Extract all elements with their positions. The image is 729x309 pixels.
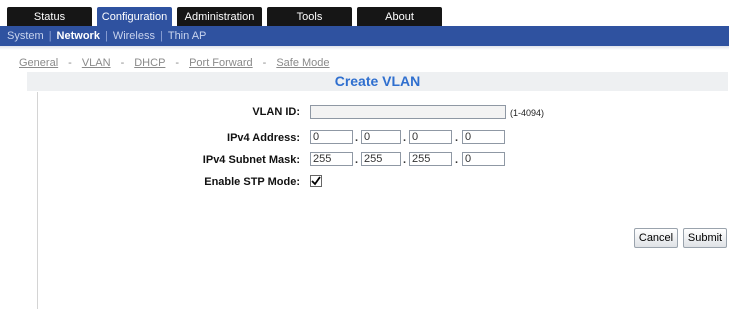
ipv4-address-octet-4[interactable]: 0 [462, 130, 505, 144]
ipv4-address-label: IPv4 Address: [227, 132, 300, 144]
subnav-item-wireless[interactable]: Wireless [110, 30, 158, 42]
subnav-item-thin-ap[interactable]: Thin AP [165, 30, 210, 42]
crumb-separator: - [262, 57, 267, 69]
octet-separator: . [355, 154, 359, 166]
subnav-separator: | [159, 30, 163, 42]
ipv4-address-octet-2[interactable]: 0 [361, 130, 401, 144]
ipv4-address-octet-1[interactable]: 0 [310, 130, 353, 144]
crumb-separator: - [68, 57, 72, 69]
checkmark-icon [311, 176, 321, 186]
subnet-mask-octet-2[interactable]: 255 [361, 152, 401, 166]
subnet-mask-octet-1[interactable]: 255 [310, 152, 353, 166]
octet-separator: . [403, 154, 407, 166]
tab-about[interactable]: About [357, 7, 442, 26]
crumb-vlan[interactable]: VLAN [82, 57, 111, 69]
crumb-general[interactable]: General [19, 57, 58, 69]
tab-status[interactable]: Status [7, 7, 92, 26]
vlan-id-range-hint: (1-4094) [510, 108, 545, 118]
ipv4-subnet-mask-label: IPv4 Subnet Mask: [202, 154, 300, 166]
crumb-safe-mode[interactable]: Safe Mode [276, 57, 329, 69]
sub-nav: System | Network | Wireless | Thin AP [0, 26, 729, 46]
vlan-id-input[interactable] [310, 105, 506, 119]
subnav-separator: | [104, 30, 108, 42]
top-bar: Status Configuration Administration Tool… [0, 0, 729, 26]
submit-button[interactable]: Submit [683, 228, 727, 248]
crumb-separator: - [120, 57, 125, 69]
tab-tools[interactable]: Tools [267, 7, 352, 26]
nav-shadow [0, 46, 729, 50]
top-nav: Status Configuration Administration Tool… [7, 7, 447, 26]
subnet-mask-octet-4[interactable]: 0 [462, 152, 505, 166]
tab-administration[interactable]: Administration [177, 7, 262, 26]
page-title: Create VLAN [27, 72, 728, 91]
subnav-separator: | [48, 30, 52, 42]
cancel-button[interactable]: Cancel [634, 228, 678, 248]
subnet-mask-octet-3[interactable]: 255 [409, 152, 452, 166]
subnav-item-system[interactable]: System [4, 30, 47, 42]
vlan-id-label: VLAN ID: [252, 106, 300, 118]
subnav-item-network[interactable]: Network [54, 30, 103, 42]
octet-separator: . [455, 132, 459, 144]
octet-separator: . [403, 132, 407, 144]
crumb-separator: - [175, 57, 180, 69]
enable-stp-label: Enable STP Mode: [204, 176, 300, 188]
breadcrumb: General - VLAN - DHCP - Port Forward - S… [19, 57, 330, 69]
crumb-port-forward[interactable]: Port Forward [189, 57, 253, 69]
enable-stp-checkbox[interactable] [310, 175, 322, 187]
tab-configuration[interactable]: Configuration [97, 7, 172, 26]
octet-separator: . [355, 132, 359, 144]
crumb-dhcp[interactable]: DHCP [134, 57, 165, 69]
octet-separator: . [455, 154, 459, 166]
content-divider [37, 92, 38, 309]
ipv4-address-octet-3[interactable]: 0 [409, 130, 452, 144]
